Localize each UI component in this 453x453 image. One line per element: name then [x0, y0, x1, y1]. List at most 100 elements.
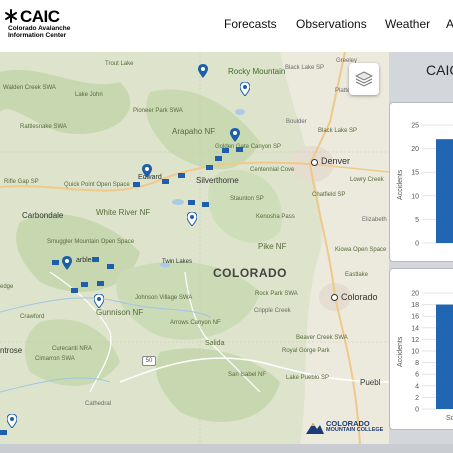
city-carbondale: Carbondale: [22, 211, 64, 220]
sidebar-title: CAIC: [426, 62, 453, 78]
city-denver: Denver: [321, 156, 351, 166]
accident-flag[interactable]: [222, 148, 229, 153]
map-label: San Isabel NF: [228, 372, 267, 378]
map-pin-icon[interactable]: [187, 212, 197, 226]
y-axis-label: Accidents: [397, 169, 404, 200]
accident-flag[interactable]: [0, 430, 7, 435]
nav-more[interactable]: A: [446, 17, 453, 31]
site-header: CAIC Colorado Avalanche Information Cent…: [0, 0, 453, 52]
mountain-icon: [306, 423, 324, 434]
route-badge: 50: [142, 356, 156, 366]
map-label: Lake John: [75, 92, 103, 98]
map-label: Gunnison NF: [96, 308, 144, 317]
y-tick-label: 15: [411, 170, 419, 177]
accident-flag[interactable]: [52, 260, 59, 265]
map-label: Salida: [205, 340, 225, 347]
map-label: Curecanti NRA: [52, 346, 93, 352]
chart-1: Accidents 0 5 10 15 20 25: [397, 123, 453, 248]
accident-flag[interactable]: [178, 173, 185, 178]
y-tick-label: 10: [411, 349, 419, 356]
y-tick-label: 6: [415, 372, 419, 379]
map-label: Boulder: [286, 119, 307, 125]
y-tick-label: 25: [411, 123, 419, 130]
city-pueblo: Puebl: [360, 378, 381, 387]
layers-button[interactable]: [349, 63, 379, 95]
y-tick-label: 20: [411, 291, 419, 298]
nav-weather[interactable]: Weather: [385, 17, 430, 31]
nav-forecasts[interactable]: Forecasts: [224, 17, 277, 31]
accident-flag[interactable]: [162, 179, 169, 184]
y-axis-label: Accidents: [397, 336, 404, 367]
accident-flag[interactable]: [92, 257, 99, 262]
layers-icon: [355, 71, 373, 87]
accident-flag[interactable]: [215, 156, 222, 161]
map-label: Lowry Creek: [350, 177, 384, 183]
y-tick-label: 5: [415, 217, 419, 224]
accident-map[interactable]: Trout Lake Rocky Mountain Greeley Black …: [0, 52, 389, 444]
accident-flag[interactable]: [71, 288, 78, 293]
map-pin-icon[interactable]: [7, 414, 17, 428]
nav-observations[interactable]: Observations: [296, 17, 367, 31]
partner-subtitle: MOUNTAIN COLLEGE: [326, 427, 384, 433]
chart-card-2: Accidents 0 2 4 6 8 10 12 14 16 18 20 So: [389, 268, 453, 430]
y-tick-label: 8: [415, 360, 419, 367]
map-label: Crawford: [20, 314, 45, 320]
city-marble: arble: [76, 257, 92, 264]
map-pin-icon[interactable]: [198, 64, 208, 78]
map-pin-icon[interactable]: [62, 256, 72, 270]
map-label: Cimarron SWA: [35, 356, 75, 362]
map-terrain: [0, 52, 389, 444]
y-tick-label: 18: [411, 302, 419, 309]
stats-sidebar: CAIC Accidents 0 5 10 15 20 25 Accidents 0 2 4 6 8 1…: [389, 52, 453, 444]
accident-flag[interactable]: [133, 182, 140, 187]
y-tick-label: 12: [411, 337, 419, 344]
city-silverthorne: Silverthorne: [196, 176, 239, 185]
accident-flag[interactable]: [107, 264, 114, 269]
partner-name: COLORADO: [326, 419, 370, 428]
snowflake-icon: [5, 9, 17, 23]
map-label: Smuggler Mountain Open Space: [47, 239, 135, 245]
map-label: Rifle Gap SP: [4, 179, 39, 185]
map-label: Eastlake: [345, 272, 369, 278]
accident-flag[interactable]: [188, 200, 195, 205]
map-label: Walden Creek SWA: [3, 85, 56, 91]
logo-subtitle: Colorado Avalanche Information Center: [8, 25, 71, 39]
map-label: Chatfield SP: [312, 192, 346, 198]
x-tick-label: So: [446, 415, 453, 422]
map-label: Pike NF: [258, 242, 287, 251]
map-label: Cripple Creek: [254, 308, 291, 314]
map-pin-icon[interactable]: [94, 294, 104, 308]
bar: [436, 304, 453, 409]
map-pin-icon[interactable]: [240, 82, 250, 96]
accident-flag[interactable]: [97, 281, 104, 286]
city-colorado-springs: Colorado: [341, 292, 378, 302]
map-label: edge: [0, 284, 14, 290]
accident-flag[interactable]: [236, 147, 243, 152]
y-tick-label: 2: [415, 395, 419, 402]
map-label: Kiowa Open Space: [335, 247, 387, 253]
y-tick-label: 4: [415, 383, 419, 390]
city-dot: [331, 294, 338, 301]
city-twin-lakes: Twin Lakes: [162, 259, 193, 265]
y-tick-label: 20: [411, 146, 419, 153]
map-label: Rocky Mountain: [228, 67, 286, 76]
y-tick-label: 16: [411, 314, 419, 321]
accident-flag[interactable]: [81, 282, 88, 287]
accident-flag[interactable]: [202, 202, 209, 207]
city-dot: [311, 159, 318, 166]
map-label: Lake Pueblo SP: [286, 375, 330, 381]
state-label: COLORADO: [213, 266, 287, 280]
map-label: Rattlesnake SWA: [20, 124, 67, 130]
map-label: Staunton SP: [230, 196, 264, 202]
bottom-bar: [0, 444, 453, 453]
map-label: Trout Lake: [105, 61, 134, 67]
map-label: Centennial Cove: [250, 167, 295, 173]
y-tick-label: 10: [411, 193, 419, 200]
accident-flag[interactable]: [206, 165, 213, 170]
bar: [436, 139, 453, 243]
map-label: Royal Gorge Park: [282, 348, 330, 354]
map-label: Black Lake SP: [285, 65, 325, 71]
map-pin-icon[interactable]: [230, 128, 240, 142]
map-label: Johnson Village SWA: [135, 295, 193, 301]
map-pin-icon[interactable]: [142, 164, 152, 178]
